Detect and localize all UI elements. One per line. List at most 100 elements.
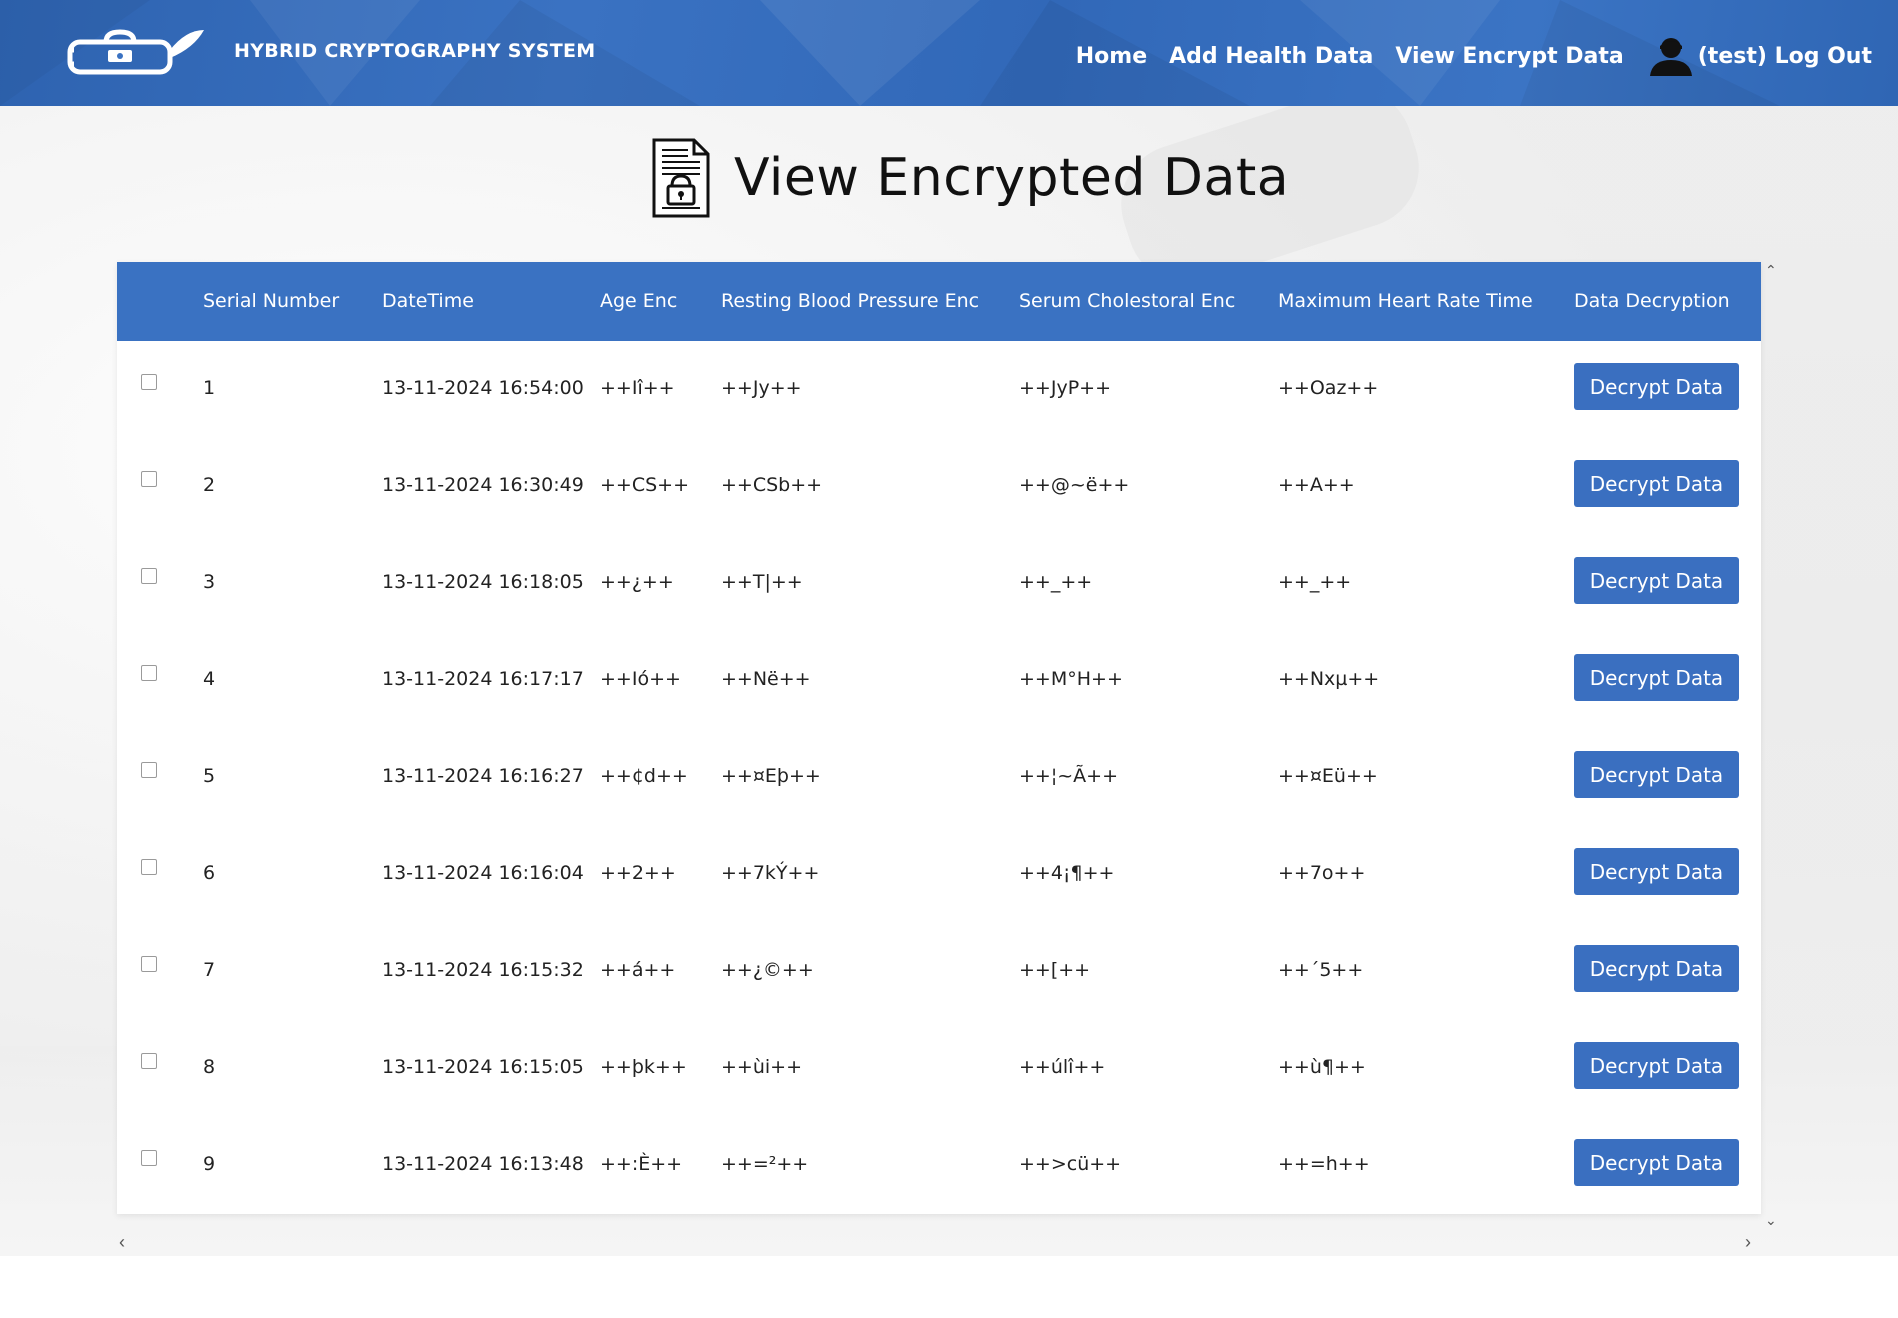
scroll-left-icon[interactable]: ‹ xyxy=(119,1232,125,1253)
row-checkbox[interactable] xyxy=(141,859,157,875)
cell-bp: ++¿©++ xyxy=(721,959,814,981)
cell-age: ++Ió++ xyxy=(600,668,681,690)
cell-age: ++Iî++ xyxy=(600,377,675,399)
decrypt-data-button[interactable]: Decrypt Data xyxy=(1574,945,1739,992)
decrypt-data-button[interactable]: Decrypt Data xyxy=(1574,460,1739,507)
table-header: Serial Number DateTime Age Enc Resting B… xyxy=(117,262,1761,341)
cell-chol: ++JyP++ xyxy=(1019,377,1111,399)
cell-hr: ++=h++ xyxy=(1278,1153,1370,1175)
decrypt-data-button[interactable]: Decrypt Data xyxy=(1574,848,1739,895)
page-title-area: View Encrypted Data xyxy=(650,136,1289,220)
cell-chol: ++_++ xyxy=(1019,571,1093,593)
scroll-down-icon[interactable]: ⌄ xyxy=(1765,1212,1777,1229)
col-age-enc: Age Enc xyxy=(600,290,678,312)
scroll-right-icon[interactable]: › xyxy=(1745,1232,1751,1253)
table-row: 1 13-11-2024 16:54:00 ++Iî++ ++Jy++ ++JyP++ +… xyxy=(117,341,1761,438)
cell-hr: ++Nxµ++ xyxy=(1278,668,1380,690)
cell-datetime: 13-11-2024 16:13:48 xyxy=(382,1153,584,1175)
page-footer-space xyxy=(0,1256,1898,1318)
cell-age: ++2++ xyxy=(600,862,676,884)
nav-view-encrypt-data[interactable]: View Encrypt Data xyxy=(1395,44,1623,69)
page-title: View Encrypted Data xyxy=(734,148,1290,208)
cell-bp: ++7kÝ++ xyxy=(721,862,820,884)
row-checkbox[interactable] xyxy=(141,471,157,487)
nav-home[interactable]: Home xyxy=(1076,44,1147,69)
table-row: 4 13-11-2024 16:17:17 ++Ió++ ++Në++ ++M°H++ +… xyxy=(117,632,1761,729)
decrypt-data-button[interactable]: Decrypt Data xyxy=(1574,557,1739,604)
cell-hr: ++´5++ xyxy=(1278,959,1364,981)
row-checkbox[interactable] xyxy=(141,1053,157,1069)
col-serial-number: Serial Number xyxy=(203,290,340,312)
cell-hr: ++A++ xyxy=(1278,474,1355,496)
table-row: 9 13-11-2024 16:13:48 ++:È++ ++=²++ ++>cü++ +… xyxy=(117,1117,1761,1214)
logout-label: (test) Log Out xyxy=(1697,43,1872,69)
cell-serial: 6 xyxy=(203,862,216,884)
table-row: 7 13-11-2024 16:15:32 ++á++ ++¿©++ ++[++ ++´5… xyxy=(117,923,1761,1020)
decrypt-data-button[interactable]: Decrypt Data xyxy=(1574,654,1739,701)
cell-bp: ++Në++ xyxy=(721,668,811,690)
horizontal-scrollbar[interactable]: ‹ › xyxy=(117,1232,1761,1256)
cell-chol: ++[++ xyxy=(1019,959,1091,981)
decrypt-data-button[interactable]: Decrypt Data xyxy=(1574,1139,1739,1186)
cell-bp: ++T|++ xyxy=(721,571,803,593)
cell-serial: 1 xyxy=(203,377,216,399)
decrypt-data-button[interactable]: Decrypt Data xyxy=(1574,1042,1739,1089)
cell-age: ++:È++ xyxy=(600,1153,683,1175)
nav-add-health-data[interactable]: Add Health Data xyxy=(1169,44,1373,69)
cell-age: ++CS++ xyxy=(600,474,690,496)
top-navbar: HYBRID CRYPTOGRAPHY SYSTEM Home Add Heal… xyxy=(0,0,1898,106)
cell-chol: ++4¡¶++ xyxy=(1019,862,1115,884)
lock-feather-logo-icon xyxy=(67,29,204,75)
nav-links: Home Add Health Data View Encrypt Data (… xyxy=(1054,36,1872,76)
cell-datetime: 13-11-2024 16:18:05 xyxy=(382,571,584,593)
cell-datetime: 13-11-2024 16:16:27 xyxy=(382,765,584,787)
cell-serial: 7 xyxy=(203,959,216,981)
table-row: 5 13-11-2024 16:16:27 ++¢d++ ++¤Eþ++ ++¦~Ã++… xyxy=(117,729,1761,826)
cell-serial: 8 xyxy=(203,1056,216,1078)
scroll-up-icon[interactable]: ⌃ xyxy=(1765,262,1777,279)
cell-age: ++á++ xyxy=(600,959,676,981)
row-checkbox[interactable] xyxy=(141,1150,157,1166)
cell-datetime: 13-11-2024 16:17:17 xyxy=(382,668,584,690)
encrypted-document-icon xyxy=(652,138,710,218)
cell-hr: ++Oaz++ xyxy=(1278,377,1379,399)
cell-datetime: 13-11-2024 16:15:05 xyxy=(382,1056,584,1078)
decrypt-data-button[interactable]: Decrypt Data xyxy=(1574,363,1739,410)
cell-bp: ++¤Eþ++ xyxy=(721,765,821,787)
table-row: 6 13-11-2024 16:16:04 ++2++ ++7kÝ++ ++4¡¶++ +… xyxy=(117,826,1761,923)
logout-link[interactable]: (test) Log Out xyxy=(1648,36,1872,76)
cell-datetime: 13-11-2024 16:16:04 xyxy=(382,862,584,884)
row-checkbox[interactable] xyxy=(141,956,157,972)
cell-bp: ++ùi++ xyxy=(721,1056,803,1078)
col-resting-bp-enc: Resting Blood Pressure Enc xyxy=(721,290,980,312)
row-checkbox[interactable] xyxy=(141,374,157,390)
cell-age: ++þk++ xyxy=(600,1056,687,1078)
col-datetime: DateTime xyxy=(382,290,474,312)
cell-datetime: 13-11-2024 16:30:49 xyxy=(382,474,584,496)
encrypted-data-table: Serial Number DateTime Age Enc Resting B… xyxy=(117,262,1761,1214)
cell-chol: ++¦~Ã++ xyxy=(1019,765,1118,787)
cell-datetime: 13-11-2024 16:15:32 xyxy=(382,959,584,981)
cell-chol: ++@~ë++ xyxy=(1019,474,1130,496)
decrypt-data-button[interactable]: Decrypt Data xyxy=(1574,751,1739,798)
cell-serial: 3 xyxy=(203,571,216,593)
cell-hr: ++_++ xyxy=(1278,571,1352,593)
cell-bp: ++=²++ xyxy=(721,1153,809,1175)
col-serum-chol-enc: Serum Cholestoral Enc xyxy=(1019,290,1236,312)
vertical-scrollbar[interactable]: ⌃ ⌄ xyxy=(1762,262,1780,1232)
cell-serial: 9 xyxy=(203,1153,216,1175)
cell-serial: 2 xyxy=(203,474,216,496)
row-checkbox[interactable] xyxy=(141,762,157,778)
cell-chol: ++>cü++ xyxy=(1019,1153,1122,1175)
cell-chol: ++M°H++ xyxy=(1019,668,1123,690)
cell-hr: ++7o++ xyxy=(1278,862,1366,884)
cell-chol: ++úlî++ xyxy=(1019,1056,1106,1078)
col-data-decryption: Data Decryption xyxy=(1574,290,1730,312)
brand-title: HYBRID CRYPTOGRAPHY SYSTEM xyxy=(234,40,596,62)
col-max-heart-rate: Maximum Heart Rate Time xyxy=(1278,290,1533,312)
cell-age: ++¿++ xyxy=(600,571,674,593)
row-checkbox[interactable] xyxy=(141,665,157,681)
row-checkbox[interactable] xyxy=(141,568,157,584)
cell-bp: ++CSb++ xyxy=(721,474,823,496)
table-row: 8 13-11-2024 16:15:05 ++þk++ ++ùi++ ++úlî++ +… xyxy=(117,1020,1761,1117)
